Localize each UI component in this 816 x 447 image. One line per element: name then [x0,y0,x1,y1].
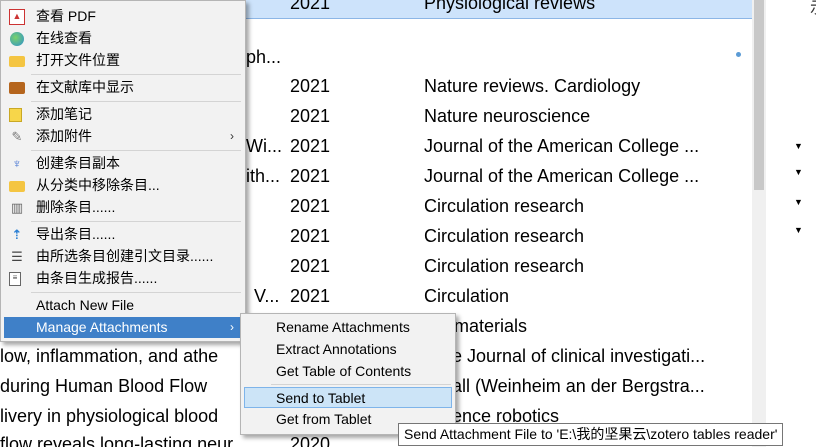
item-context-menu: ▲ 查看 PDF 在线查看 打开文件位置 在文献库中显示 添加笔记 ✎ 添加附件… [0,0,246,342]
item-publication: e Journal of clinical investigati... [452,346,706,366]
item-publication: Circulation research [424,256,585,276]
paperclip-icon: ✎ [11,129,23,144]
menu-item-show-in-library[interactable]: 在文献库中显示 [4,77,242,98]
vertical-scrollbar[interactable] [752,0,766,447]
menu-item-attach-new-file[interactable]: Attach New File [4,295,242,316]
item-title: livery in physiological blood [0,406,219,426]
dropdown-arrow-icon[interactable]: ▼ [794,197,803,207]
submenu-item-label: Get from Tablet [276,411,372,427]
item-publication: Journal of the American College ... [424,166,700,186]
item-title: during Human Blood Flow [0,376,208,396]
menu-item-label: 在文献库中显示 [36,79,134,95]
menu-item-export[interactable]: ⇡ 导出条目...... [4,224,242,245]
item-year: 2021 [290,256,331,276]
globe-icon [10,32,24,46]
item-publication: Journal of the American College ... [424,136,700,156]
submenu-item-rename-attachments[interactable]: Rename Attachments [244,317,452,338]
item-year: 2021 [290,136,331,156]
item-title: Wi... [246,136,282,156]
item-publication: all (Weinheim an der Bergstra... [452,376,705,396]
item-title: ph... [246,47,282,67]
tooltip: Send Attachment File to 'E:\我的坚果云\zotero… [398,423,784,446]
pdf-icon: ▲ [9,9,25,25]
duplicate-icon: ♆ [12,156,22,171]
submenu-arrow-icon: › [230,129,234,143]
item-pane: 示 ▼ ▼ ▼ ▼ [766,0,816,447]
item-year: 2021 [290,196,331,216]
menu-separator [31,150,241,151]
scrollbar-thumb[interactable] [754,0,764,190]
bibliography-icon: ☰ [11,249,23,264]
item-title: V... [254,286,280,306]
submenu-item-get-toc[interactable]: Get Table of Contents [244,361,452,382]
item-publication: Circulation [424,286,510,306]
menu-item-duplicate[interactable]: ♆ 创建条目副本 [4,153,242,174]
item-year: 2021 [290,0,331,13]
menu-item-label: 添加附件 [36,128,92,144]
dropdown-arrow-icon[interactable]: ▼ [794,167,803,177]
menu-item-label: 删除条目...... [36,199,116,215]
menu-item-label: 从分类中移除条目... [36,177,160,193]
menu-separator [31,292,241,293]
remove-from-collection-icon [9,181,25,192]
menu-item-label: 在线查看 [36,30,92,46]
submenu-item-label: Get Table of Contents [276,363,412,379]
submenu-item-send-to-tablet[interactable]: Send to Tablet [244,387,452,408]
menu-item-show-file[interactable]: 打开文件位置 [4,50,242,71]
menu-item-label: 创建条目副本 [36,155,120,171]
submenu-item-label: Send to Tablet [276,390,366,406]
menu-item-label: 由所选条目创建引文目录...... [36,248,214,264]
report-icon: ≡ [9,272,21,286]
item-year: 2021 [290,106,331,126]
item-publication: Circulation research [424,196,585,216]
item-pane-text: 示 [810,0,816,18]
item-year: 2021 [290,226,331,246]
item-title: ith... [246,166,281,186]
menu-item-view-online[interactable]: 在线查看 [4,28,242,49]
note-icon [9,108,22,122]
item-publication: Nature reviews. Cardiology [424,76,641,96]
item-year: 2021 [290,286,331,306]
item-year: 2021 [290,76,331,96]
menu-item-label: 打开文件位置 [36,52,120,68]
menu-item-label: 由条目生成报告...... [36,270,158,286]
manage-attachments-submenu: Rename Attachments Extract Annotations G… [240,313,456,435]
dropdown-arrow-icon[interactable]: ▼ [794,225,803,235]
menu-separator [31,221,241,222]
submenu-arrow-icon: › [230,320,234,334]
menu-item-manage-attachments[interactable]: Manage Attachments › [4,317,242,338]
menu-item-add-note[interactable]: 添加笔记 [4,104,242,125]
menu-item-delete[interactable]: ▥ 删除条目...... [4,197,242,218]
item-publication: Nature neuroscience [424,106,591,126]
item-title: low, inflammation, and athe [0,346,219,366]
submenu-item-label: Rename Attachments [276,319,410,335]
menu-item-label: 添加笔记 [36,106,92,122]
item-year: 2021 [290,166,331,186]
dropdown-arrow-icon[interactable]: ▼ [794,141,803,151]
trash-icon: ▥ [10,200,24,215]
menu-separator [271,384,451,385]
menu-separator [31,74,241,75]
menu-item-generate-report[interactable]: ≡ 由条目生成报告...... [4,268,242,289]
item-publication: Physiological reviews [424,0,596,13]
item-publication: Circulation research [424,226,585,246]
menu-item-label: Attach New File [36,297,135,313]
item-publication: materials [454,316,528,336]
row-status-dot [736,52,741,57]
menu-separator [31,101,241,102]
submenu-item-label: Extract Annotations [276,341,397,357]
menu-item-add-attachment[interactable]: ✎ 添加附件 › [4,126,242,147]
menu-item-label: Manage Attachments [36,319,168,335]
library-icon [9,82,25,94]
menu-item-label: 导出条目...... [36,226,116,242]
menu-item-create-bibliography[interactable]: ☰ 由所选条目创建引文目录...... [4,246,242,267]
export-icon: ⇡ [11,227,23,242]
menu-item-view-pdf[interactable]: ▲ 查看 PDF [4,6,242,27]
menu-item-label: 查看 PDF [36,8,96,24]
submenu-item-extract-annotations[interactable]: Extract Annotations [244,339,452,360]
folder-icon [9,56,25,67]
menu-item-remove-from-collection[interactable]: 从分类中移除条目... [4,175,242,196]
